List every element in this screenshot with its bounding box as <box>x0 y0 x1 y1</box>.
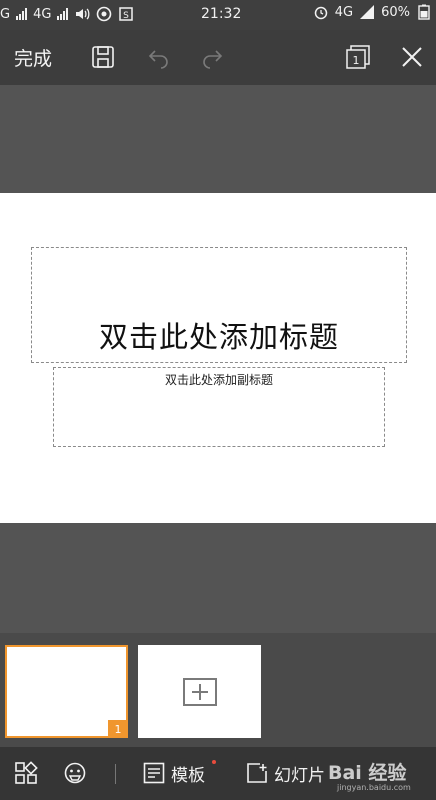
carrier-text: G <box>0 6 11 22</box>
assistant-icon[interactable] <box>63 761 87 785</box>
slide-count-icon[interactable]: 1 <box>344 43 372 71</box>
volume-icon <box>76 8 90 20</box>
done-button[interactable]: 完成 <box>14 44 52 71</box>
slide-canvas[interactable]: 双击此处添加标题 双击此处添加副标题 <box>0 193 436 523</box>
clock: 21:32 <box>201 6 242 22</box>
toolbar-divider <box>115 764 116 784</box>
title-placeholder-text: 双击此处添加标题 <box>98 320 339 354</box>
signal-icon-2 <box>57 8 69 20</box>
status-right: 4G 60% <box>313 4 432 20</box>
signal-icon <box>16 8 28 20</box>
grid-icon[interactable] <box>14 761 38 785</box>
close-icon[interactable] <box>398 43 426 71</box>
save-icon[interactable] <box>89 43 117 71</box>
add-slide-button[interactable] <box>138 645 261 738</box>
plus-icon <box>182 677 217 706</box>
app-notification-icon <box>97 6 112 22</box>
signal-full-icon <box>360 5 375 19</box>
status-left: G 4G S <box>0 6 134 22</box>
template-icon <box>143 762 165 784</box>
baidu-watermark: Bai 经验 <box>328 762 407 784</box>
battery-icon <box>418 4 430 20</box>
network-type-right: 4G <box>334 4 354 20</box>
battery-percent: 60% <box>381 4 410 20</box>
subtitle-placeholder-text: 双击此处添加副标题 <box>164 373 273 387</box>
svg-text:S: S <box>124 11 130 21</box>
slide-button[interactable]: 幻灯片 <box>246 761 325 786</box>
new-slide-icon <box>247 763 267 783</box>
slide-label: 幻灯片 <box>274 765 325 786</box>
slide-number-badge: 1 <box>108 720 128 738</box>
sim-icon: S <box>119 7 134 21</box>
network-type: 4G <box>33 6 52 22</box>
title-placeholder[interactable]: 双击此处添加标题 <box>31 247 407 363</box>
baidu-watermark-url: jingyan.baidu.com <box>337 783 411 792</box>
alarm-icon <box>314 6 327 20</box>
subtitle-placeholder[interactable]: 双击此处添加副标题 <box>53 367 385 447</box>
status-bar: G 4G S 21:32 4G 60% <box>0 0 436 30</box>
undo-icon[interactable] <box>145 43 173 71</box>
redo-icon[interactable] <box>198 43 226 71</box>
template-label: 模板 <box>171 765 205 786</box>
slide-thumbnail[interactable]: 1 <box>5 645 128 738</box>
template-button[interactable]: 模板 <box>143 761 205 786</box>
template-new-dot <box>212 760 216 764</box>
slide-thumbnail-strip: 1 <box>0 633 436 747</box>
slide-count-badge: 1 <box>353 54 360 67</box>
editor-toolbar: 完成 1 <box>0 30 436 85</box>
